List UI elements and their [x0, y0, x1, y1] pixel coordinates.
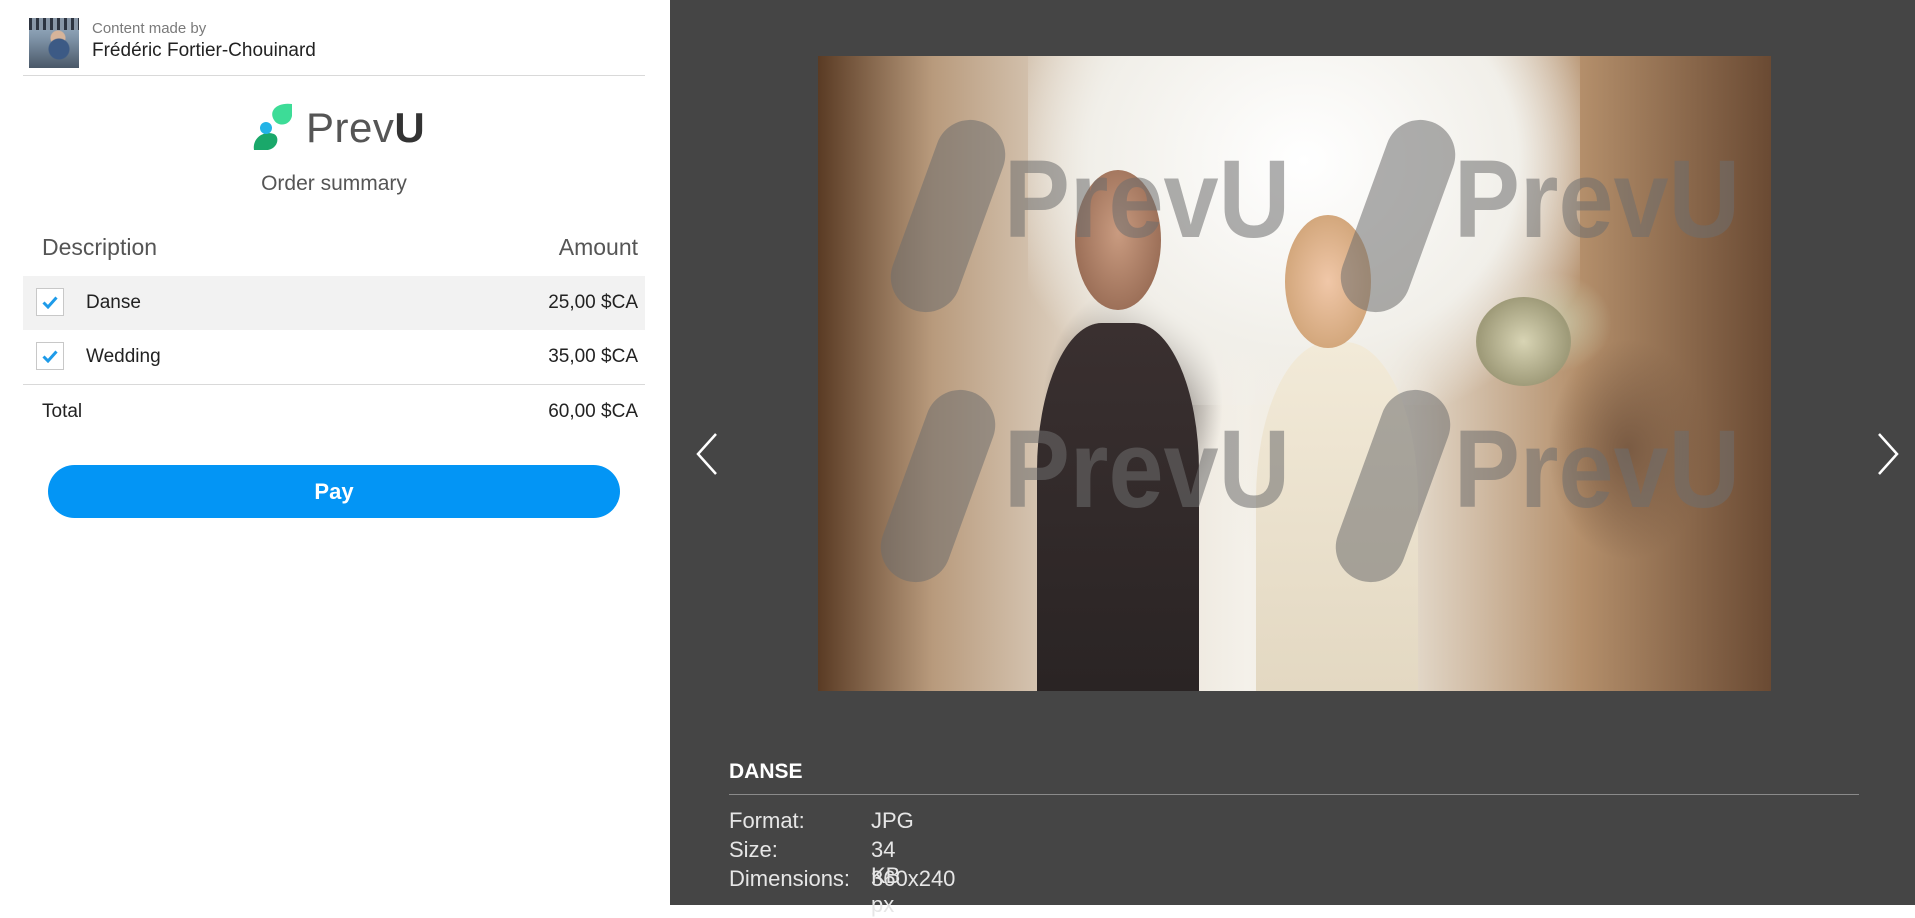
- item-amount: 25,00 $CA: [548, 292, 638, 313]
- watermark-mark: [870, 380, 1006, 592]
- watermark-text: PrevU: [1453, 408, 1741, 531]
- watermark: PrevU: [1004, 136, 1290, 263]
- watermark: PrevU: [1454, 136, 1740, 263]
- image-title: DANSE: [729, 760, 803, 783]
- column-description: Description: [42, 234, 158, 260]
- item-amount: 35,00 $CA: [548, 346, 638, 367]
- detail-value: JPG: [871, 808, 914, 833]
- watermark-mark: [880, 110, 1016, 322]
- detail-key: Dimensions:: [729, 866, 851, 891]
- total-amount: 60,00 $CA: [548, 401, 638, 422]
- avatar: [29, 18, 79, 68]
- watermark-text: PrevU: [1003, 138, 1291, 261]
- author-caption: Content made by: [92, 20, 207, 37]
- table-row: Wedding 35,00 $CA: [23, 330, 645, 384]
- prevu-logo-icon: [253, 103, 292, 150]
- watermark: PrevU: [1004, 406, 1290, 533]
- divider: [729, 794, 1859, 795]
- chevron-right-icon[interactable]: [1873, 430, 1903, 478]
- brand-logo: PrevU: [248, 98, 438, 154]
- detail-value: 360x240 px: [871, 866, 956, 917]
- order-table: Description Amount Danse 25,00 $CA Weddi…: [23, 224, 645, 439]
- total-label: Total: [42, 401, 83, 422]
- total-row: Total 60,00 $CA: [23, 384, 645, 439]
- checkmark-icon: [42, 296, 58, 309]
- author-name: Frédéric Fortier-Chouinard: [92, 40, 316, 61]
- detail-key: Format:: [729, 808, 805, 833]
- watermark-text: PrevU: [1453, 138, 1741, 261]
- detail-key: Size:: [729, 837, 778, 862]
- image-viewer: PrevU PrevU PrevU PrevU DANSE Format: JP…: [670, 0, 1915, 917]
- table-header: Description Amount: [23, 224, 645, 276]
- table-row: Danse 25,00 $CA: [23, 276, 645, 330]
- item-description: Wedding: [86, 346, 161, 367]
- order-summary-title: Order summary: [261, 172, 407, 195]
- preview-image: PrevU PrevU PrevU PrevU: [818, 56, 1771, 691]
- item-checkbox[interactable]: [36, 288, 64, 316]
- watermark-text: PrevU: [1003, 408, 1291, 531]
- brand-name: PrevU: [306, 104, 425, 152]
- watermark: PrevU: [1454, 406, 1740, 533]
- image-bouquet: [1475, 297, 1571, 387]
- brand-name-part2: U: [394, 104, 426, 151]
- checkmark-icon: [42, 350, 58, 363]
- order-panel: Content made by Frédéric Fortier-Chouina…: [0, 0, 670, 905]
- author-header: Content made by Frédéric Fortier-Chouina…: [23, 0, 645, 76]
- column-amount: Amount: [558, 234, 638, 260]
- brand-name-part1: Prev: [306, 104, 395, 151]
- item-checkbox[interactable]: [36, 342, 64, 370]
- chevron-left-icon[interactable]: [692, 430, 722, 478]
- pay-button[interactable]: Pay: [48, 465, 620, 518]
- item-description: Danse: [86, 292, 141, 313]
